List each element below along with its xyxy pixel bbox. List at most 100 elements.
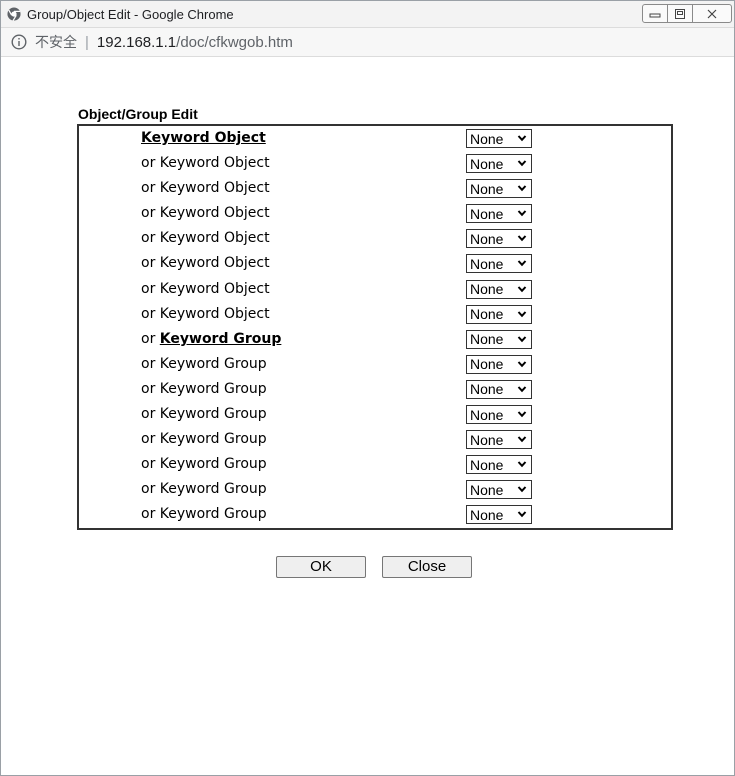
keyword-select[interactable]: None xyxy=(466,179,532,199)
chevron-down-icon xyxy=(517,361,527,368)
row-label: or Keyword Object xyxy=(141,306,270,322)
row-label: or Keyword Object xyxy=(141,230,270,246)
row-link[interactable]: Keyword Object xyxy=(141,130,266,146)
table-row: or Keyword Group None xyxy=(79,377,671,402)
chevron-down-icon xyxy=(517,310,527,317)
table-row: or Keyword Group None xyxy=(79,327,671,352)
table-row: or Keyword Object None xyxy=(79,251,671,276)
select-value: None xyxy=(470,155,504,172)
chevron-down-icon xyxy=(517,160,527,167)
row-label: or Keyword Object xyxy=(141,155,270,171)
select-value: None xyxy=(470,306,504,323)
chevron-down-icon xyxy=(517,235,527,242)
row-text: or Keyword Object xyxy=(141,180,270,197)
chevron-down-icon xyxy=(517,511,527,518)
row-text: or Keyword Object xyxy=(141,230,270,247)
select-value: None xyxy=(470,230,504,247)
row-text: or Keyword Group xyxy=(141,431,267,448)
not-secure-label: 不安全 xyxy=(35,34,77,50)
select-value: None xyxy=(470,205,504,222)
keyword-select[interactable]: None xyxy=(466,129,532,148)
select-value: None xyxy=(470,506,504,523)
address-separator: | xyxy=(85,33,89,51)
row-link[interactable]: Keyword Group xyxy=(160,331,282,347)
row-label: or Keyword Object xyxy=(141,255,270,271)
chevron-down-icon xyxy=(517,336,527,343)
chevron-down-icon xyxy=(517,386,527,393)
keyword-select[interactable]: None xyxy=(466,455,532,475)
row-text: or Keyword Object xyxy=(141,155,270,172)
row-text: or Keyword Group xyxy=(141,355,267,372)
window-title: Group/Object Edit - Google Chrome xyxy=(27,6,234,22)
url-host: 192.168.1.1 xyxy=(96,33,177,51)
chevron-down-icon xyxy=(517,210,527,217)
table-row: or Keyword Object None xyxy=(79,277,671,302)
keyword-select[interactable]: None xyxy=(466,254,532,274)
keyword-select[interactable]: None xyxy=(466,279,532,299)
chevron-down-icon xyxy=(517,461,527,468)
select-value: None xyxy=(470,381,504,398)
row-text: or Keyword Object xyxy=(141,280,270,297)
keyword-select[interactable]: None xyxy=(466,354,532,374)
table-row: or Keyword Group None xyxy=(79,477,671,502)
row-label: or Keyword Group xyxy=(141,381,267,397)
ok-button[interactable]: OK xyxy=(276,556,366,578)
select-value: None xyxy=(470,406,504,423)
object-group-table: Keyword Object None or Keyword Object None o… xyxy=(77,124,673,530)
keyword-select[interactable]: None xyxy=(466,430,532,450)
chevron-down-icon xyxy=(517,411,527,418)
table-row: or Keyword Group None xyxy=(79,352,671,377)
select-value: None xyxy=(470,431,504,448)
row-text: or Keyword Group xyxy=(141,406,267,423)
row-prefix: or xyxy=(141,330,160,347)
select-value: None xyxy=(470,356,504,373)
row-label: or Keyword Group xyxy=(141,456,267,472)
keyword-select[interactable]: None xyxy=(466,229,532,249)
keyword-select[interactable]: None xyxy=(466,505,532,525)
chevron-down-icon xyxy=(517,285,527,292)
chevron-down-icon xyxy=(517,436,527,443)
chevron-down-icon xyxy=(517,260,527,267)
close-icon xyxy=(707,9,717,18)
row-text: or Keyword Object xyxy=(141,305,270,322)
address-bar[interactable]: 不安全 | 192.168.1.1/doc/cfkwgob.htm xyxy=(1,28,734,57)
row-label: or Keyword Group xyxy=(141,481,267,497)
table-row: or Keyword Object None xyxy=(79,302,671,327)
table-row: Keyword Object None xyxy=(79,126,671,151)
keyword-select[interactable]: None xyxy=(466,304,532,324)
row-text: or Keyword Group xyxy=(141,481,267,498)
row-text: or Keyword Object xyxy=(141,205,270,222)
minimize-button[interactable] xyxy=(642,4,668,23)
row-label: or Keyword Object xyxy=(141,281,270,297)
title-bar: Group/Object Edit - Google Chrome xyxy=(1,1,734,28)
row-label: Keyword Object xyxy=(141,130,266,146)
select-value: None xyxy=(470,255,504,272)
row-label: or Keyword Group xyxy=(141,406,267,422)
row-label: or Keyword Group xyxy=(141,431,267,447)
select-value: None xyxy=(470,130,504,147)
close-window-button[interactable] xyxy=(692,4,732,23)
keyword-select[interactable]: None xyxy=(466,405,532,425)
keyword-select[interactable]: None xyxy=(466,204,532,224)
keyword-select[interactable]: None xyxy=(466,480,532,500)
minimize-icon xyxy=(649,13,661,17)
select-value: None xyxy=(470,281,504,298)
chevron-down-icon xyxy=(517,185,527,192)
row-label: or Keyword Group xyxy=(141,331,281,347)
close-button[interactable]: Close xyxy=(382,556,472,578)
keyword-select[interactable]: None xyxy=(466,154,532,174)
keyword-select[interactable]: None xyxy=(466,329,532,349)
maximize-button[interactable] xyxy=(667,4,693,23)
keyword-select[interactable]: None xyxy=(466,379,532,399)
row-text: or Keyword Group xyxy=(141,456,267,473)
row-text: or Keyword Object xyxy=(141,255,270,272)
info-icon[interactable] xyxy=(11,34,27,50)
select-value: None xyxy=(470,481,504,498)
select-value: None xyxy=(470,180,504,197)
chevron-down-icon xyxy=(517,486,527,493)
table-row: or Keyword Group None xyxy=(79,402,671,427)
row-text: or Keyword Group xyxy=(141,380,267,397)
form-title: Object/Group Edit xyxy=(78,106,198,122)
table-row: or Keyword Object None xyxy=(79,176,671,201)
chevron-down-icon xyxy=(517,135,527,142)
